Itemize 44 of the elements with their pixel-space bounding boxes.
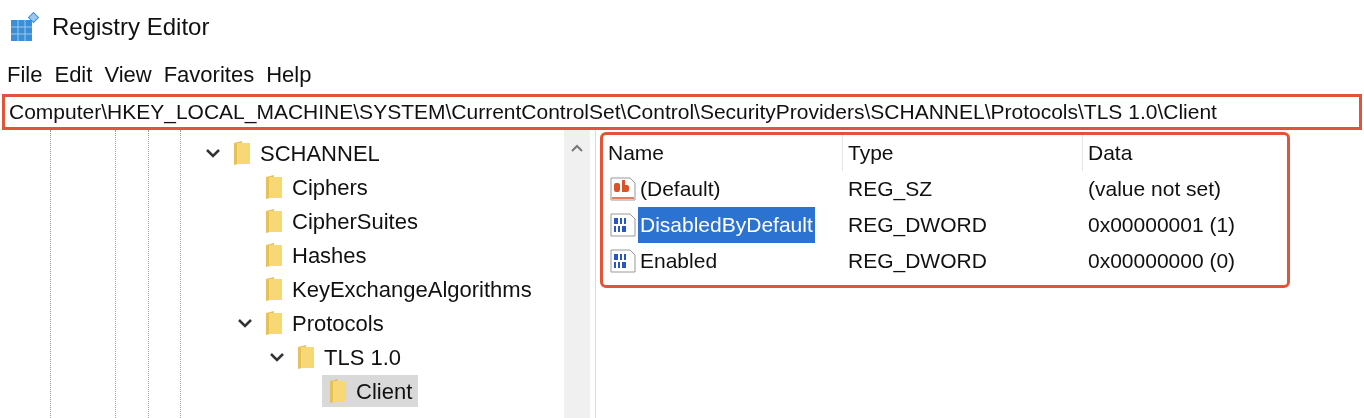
folder-icon	[264, 208, 284, 234]
chevron-down-icon[interactable]	[237, 318, 253, 328]
folder-icon	[264, 276, 284, 302]
tree-item[interactable]: Protocols	[258, 307, 390, 339]
binary-value-icon	[608, 210, 638, 240]
folder-icon	[296, 344, 316, 370]
tree-item[interactable]: Hashes	[258, 239, 373, 271]
folder-icon	[232, 140, 252, 166]
folder-icon	[264, 174, 284, 200]
string-value-icon	[608, 174, 638, 204]
value-type: REG_DWORD	[847, 212, 988, 239]
menu-item[interactable]: Help	[263, 57, 315, 91]
tree-item[interactable]: Client	[322, 375, 419, 407]
value-type: REG_SZ	[847, 176, 934, 203]
tree-item[interactable]: Ciphers	[258, 171, 374, 203]
chevron-down-icon[interactable]	[269, 352, 285, 362]
tree-item[interactable]: SCHANNEL	[226, 137, 386, 169]
column-header[interactable]: Type	[843, 135, 1083, 171]
menu-item[interactable]: Favorites	[160, 57, 258, 91]
tree-item[interactable]: KeyExchangeAlgorithms	[258, 273, 538, 305]
value-type: REG_DWORD	[847, 248, 988, 275]
registry-app-icon	[10, 12, 40, 42]
value-data: 0x00000001 (1)	[1087, 212, 1237, 239]
value-name[interactable]: DisabledByDefault	[638, 207, 815, 243]
folder-icon	[264, 310, 284, 336]
menu-item[interactable]: View	[101, 57, 155, 91]
folder-icon	[264, 242, 284, 268]
value-data: (value not set)	[1087, 176, 1223, 203]
column-header[interactable]: Data	[1083, 135, 1283, 171]
folder-icon	[328, 378, 348, 404]
value-name[interactable]: Enabled	[638, 243, 720, 279]
tree-item[interactable]: CipherSuites	[258, 205, 424, 237]
tree-item[interactable]: TLS 1.0	[290, 341, 408, 373]
window-title: Registry Editor	[52, 12, 210, 42]
address-bar[interactable]: Computer\HKEY_LOCAL_MACHINE\SYSTEM\CurrentControlSet\Control\SecurityProviders\SCHANNEL\Protocols\TLS 1.0\Client	[2, 94, 1362, 130]
value-name[interactable]: (Default)	[638, 171, 723, 207]
scrollbar[interactable]	[564, 130, 590, 418]
value-data: 0x00000000 (0)	[1087, 248, 1237, 275]
scroll-up-icon[interactable]	[570, 144, 584, 153]
chevron-down-icon[interactable]	[205, 148, 221, 158]
column-header[interactable]: Name	[603, 135, 843, 171]
binary-value-icon	[608, 246, 638, 276]
menu-item[interactable]: File	[4, 57, 46, 91]
menu-item[interactable]: Edit	[51, 57, 96, 91]
